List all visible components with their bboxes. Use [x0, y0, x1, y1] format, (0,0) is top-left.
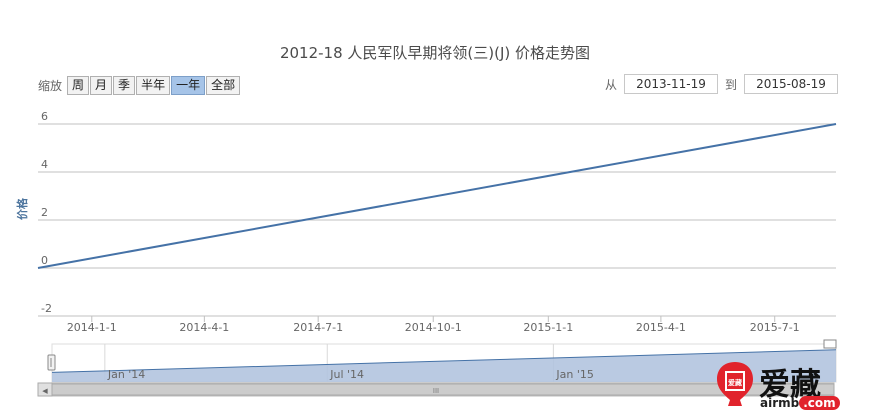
seal-icon: 爱藏: [717, 362, 753, 406]
x-tick-label: 2014-4-1: [179, 321, 229, 334]
airmb-logo: 爱藏 爱藏 airmb .com: [712, 358, 862, 413]
x-tick-label: 2015-1-1: [523, 321, 573, 334]
navigator-label: Jan '14: [107, 368, 145, 381]
navigator-label: Jan '15: [555, 368, 593, 381]
y-tick-label: 0: [41, 254, 48, 267]
grid-lines: [38, 123, 836, 317]
y-tick-label: 2: [41, 206, 48, 219]
navigator-right-handle[interactable]: [823, 339, 837, 349]
logo-site-suffix: .com: [799, 396, 840, 410]
y-axis-label: 价格: [15, 197, 29, 220]
scrollbar-grip-icon: III: [433, 387, 439, 395]
y-tick-label: 4: [41, 158, 48, 171]
series-layer: [37, 123, 837, 269]
x-tick-label: 2014-10-1: [405, 321, 462, 334]
scroll-left-icon: ◀: [42, 387, 48, 395]
y-axis-ticks: -2 0 2 4 6: [41, 110, 52, 315]
x-tick-label: 2015-4-1: [636, 321, 686, 334]
logo-site-prefix: airmb: [760, 396, 800, 410]
y-tick-label: 6: [41, 110, 48, 123]
x-tick-label: 2015-7-1: [750, 321, 800, 334]
x-tick-label: 2014-1-1: [67, 321, 117, 334]
x-axis-ticks: 2014-1-1 2014-4-1 2014-7-1 2014-10-1 2015-1-…: [67, 316, 800, 334]
price-chart: -20246 价格 2014-1-1 2014-4-1 2014-7-1 2014-1…: [15, 110, 837, 397]
navigator-label: Jul '14: [329, 368, 364, 381]
price-series-line: [37, 123, 837, 269]
x-tick-label: 2014-7-1: [293, 321, 343, 334]
y-tick-label: -2: [41, 302, 52, 315]
seal-text: 爱藏: [728, 378, 742, 387]
logo-site: airmb .com: [760, 396, 840, 410]
